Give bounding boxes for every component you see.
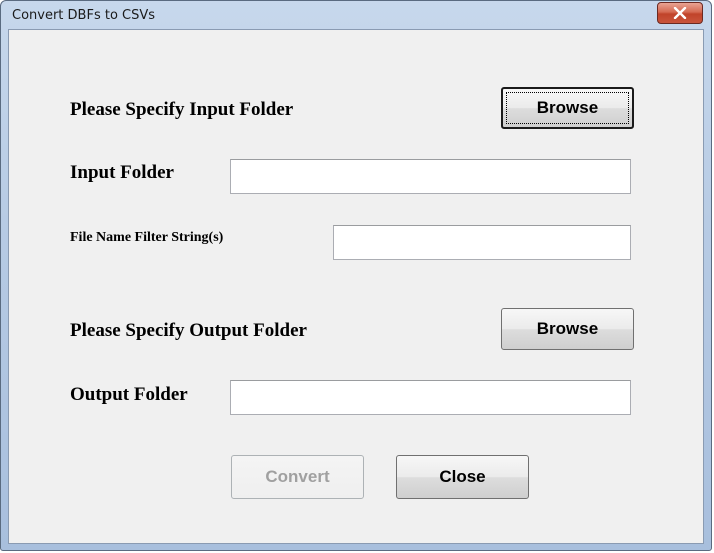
filter-label: File Name Filter String(s) bbox=[70, 230, 224, 245]
dialog-window: Convert DBFs to CSVs Please Specify Inpu… bbox=[0, 0, 712, 551]
dialog-client-area: Please Specify Input Folder Browse Input… bbox=[8, 29, 704, 544]
convert-button[interactable]: Convert bbox=[231, 455, 364, 499]
window-close-button[interactable] bbox=[657, 2, 703, 24]
output-browse-button[interactable]: Browse bbox=[501, 308, 634, 350]
output-browse-label: Browse bbox=[536, 319, 599, 338]
close-icon bbox=[673, 7, 687, 19]
close-button[interactable]: Close bbox=[396, 455, 529, 499]
input-browse-button[interactable]: Browse bbox=[501, 87, 634, 129]
output-folder-field[interactable] bbox=[230, 380, 631, 415]
window-title: Convert DBFs to CSVs bbox=[12, 8, 156, 23]
filter-field[interactable] bbox=[333, 225, 631, 260]
input-browse-label: Browse bbox=[536, 98, 599, 117]
output-section-label: Please Specify Output Folder bbox=[70, 320, 307, 341]
input-folder-label: Input Folder bbox=[70, 162, 174, 183]
output-folder-label: Output Folder bbox=[70, 384, 188, 405]
input-section-label: Please Specify Input Folder bbox=[70, 99, 294, 120]
title-bar[interactable]: Convert DBFs to CSVs bbox=[1, 1, 711, 29]
convert-button-label: Convert bbox=[265, 467, 330, 486]
input-folder-field[interactable] bbox=[230, 159, 631, 194]
close-button-label: Close bbox=[439, 467, 486, 486]
